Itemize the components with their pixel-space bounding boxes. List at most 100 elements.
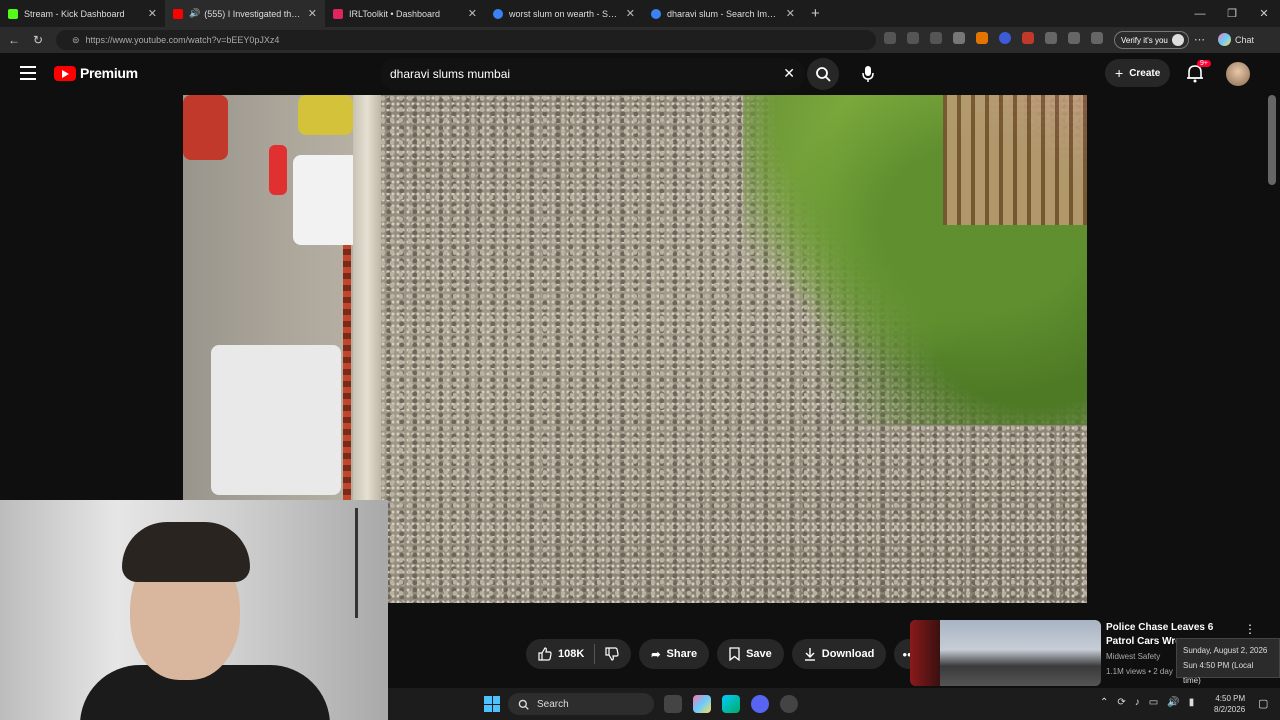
search-icon [651, 8, 661, 19]
search-button[interactable] [807, 58, 839, 90]
tab-search-worst-slum[interactable]: worst slum on wearth - Search ✕ [485, 0, 643, 27]
clock-tooltip: Sunday, August 2, 2026 Sun 4:50 PM (Loca… [1176, 638, 1280, 685]
like-button[interactable]: 108K [526, 644, 596, 664]
video-fence [943, 95, 1087, 225]
youtube-header: Premium dharavi slums mumbai ✕ + Create … [0, 53, 1280, 95]
windows-taskbar: Search ⌃ ⟳ ♪ ▭ 🔊 ▮ 4:50 PM 8/2/2026 ▢ [388, 688, 1280, 720]
tooltip-date: Sunday, August 2, 2026 [1183, 646, 1268, 655]
zoom-icon[interactable] [907, 32, 919, 44]
thumbs-up-icon [538, 647, 552, 661]
logo-text: Premium [80, 65, 138, 81]
notifications-button[interactable]: 9+ [1186, 60, 1211, 83]
close-icon[interactable]: ✕ [308, 7, 317, 20]
thumbnail-person [910, 620, 940, 686]
extension-icons [884, 32, 1103, 44]
share-icon: ➦ [651, 648, 661, 661]
youtube-icon [173, 8, 183, 19]
tab-kick-dashboard[interactable]: Stream - Kick Dashboard ✕ [0, 0, 165, 27]
battery-icon[interactable]: ▮ [1189, 697, 1195, 708]
copilot-app-icon[interactable] [693, 695, 711, 713]
notification-center-icon[interactable]: ▢ [1258, 697, 1268, 710]
site-info-icon[interactable]: ⊜ [72, 35, 80, 46]
browser-toolbar: ← ↻ ⊜ https://www.youtube.com/watch?v=bE… [0, 27, 1280, 53]
browser-menu-icon[interactable]: ⋯ [1194, 33, 1205, 46]
speaker-icon[interactable]: 🔊 [189, 8, 200, 19]
close-icon[interactable]: ✕ [626, 7, 635, 20]
restore-icon[interactable]: ❐ [1216, 7, 1248, 20]
microphone-icon [862, 66, 874, 82]
thumbs-down-icon [605, 647, 619, 661]
kick-icon [8, 8, 18, 19]
copilot-chat-button[interactable]: Chat [1218, 33, 1254, 46]
taskbar-search[interactable]: Search [508, 693, 654, 715]
clear-search-icon[interactable]: ✕ [783, 65, 795, 82]
download-button[interactable]: Download [791, 639, 887, 669]
chevron-up-icon[interactable]: ⌃ [1100, 697, 1108, 708]
clock-time: 4:50 PM [1215, 694, 1246, 703]
menu-icon[interactable] [20, 66, 36, 80]
bookmark-icon [729, 647, 740, 661]
channel-name[interactable]: Midwest Safety [1106, 652, 1160, 661]
tab-search-dharavi[interactable]: dharavi slum - Search Images ✕ [643, 0, 803, 27]
search-icon [816, 67, 831, 82]
new-tab-button[interactable]: + [811, 5, 820, 22]
verify-label: Verify it's you [1121, 35, 1168, 45]
create-button[interactable]: + Create [1105, 59, 1171, 87]
close-icon[interactable]: ✕ [148, 7, 157, 20]
video-car-red [183, 95, 228, 160]
taskbar-search-label: Search [537, 698, 569, 710]
video-thumbnail[interactable] [910, 620, 1101, 686]
download-arrow-icon [804, 648, 815, 661]
tab-title: Stream - Kick Dashboard [24, 8, 125, 19]
close-icon[interactable]: ✕ [468, 7, 477, 20]
extension-shield-icon[interactable] [953, 32, 965, 44]
youtube-premium-logo[interactable]: Premium [54, 65, 138, 81]
like-count: 108K [558, 648, 585, 660]
task-view-icon[interactable] [664, 695, 682, 713]
back-icon[interactable]: ← [2, 33, 26, 47]
minimize-icon[interactable]: — [1184, 8, 1216, 20]
tab-youtube-video[interactable]: 🔊 (555) I Investigated the World ✕ [165, 0, 325, 27]
more-vert-icon[interactable]: ⋮ [1244, 622, 1256, 636]
tab-irltoolkit[interactable]: IRLToolkit • Dashboard ✕ [325, 0, 485, 27]
dislike-button[interactable] [595, 647, 631, 661]
create-label: Create [1129, 67, 1161, 79]
plus-icon: + [1115, 65, 1124, 81]
url-text: https://www.youtube.com/watch?v=bEEY0pJX… [85, 35, 280, 45]
share-button[interactable]: ➦ Share [639, 639, 710, 669]
mic-tray-icon[interactable]: ♪ [1135, 697, 1140, 708]
taskbar-clock[interactable]: 4:50 PM 8/2/2026 [1214, 693, 1245, 715]
youtube-play-icon [54, 65, 76, 81]
sync-icon[interactable]: ⟳ [1117, 697, 1125, 708]
search-input[interactable]: dharavi slums mumbai ✕ [380, 58, 805, 90]
video-car [211, 345, 341, 495]
windows-start-icon[interactable] [484, 696, 500, 712]
address-bar[interactable]: ⊜ https://www.youtube.com/watch?v=bEEY0p… [56, 30, 876, 50]
close-window-icon[interactable]: ✕ [1248, 7, 1280, 20]
irltoolkit-icon [333, 8, 343, 19]
download-icon[interactable] [1022, 32, 1034, 44]
chat-label: Chat [1235, 34, 1255, 45]
favorites-icon[interactable] [1091, 32, 1103, 44]
display-icon[interactable]: ▭ [1149, 697, 1158, 708]
close-icon[interactable]: ✕ [786, 7, 795, 20]
search-icon [518, 699, 529, 710]
install-app-icon[interactable] [884, 32, 896, 44]
system-tray: ⌃ ⟳ ♪ ▭ 🔊 ▮ [1100, 697, 1194, 708]
page-scrollbar[interactable] [1268, 95, 1276, 185]
bookmark-star-icon[interactable] [930, 32, 942, 44]
reload-icon[interactable]: ↻ [26, 33, 50, 47]
verify-profile-button[interactable]: Verify it's you [1114, 31, 1189, 49]
volume-icon[interactable]: 🔊 [1167, 697, 1179, 708]
extension-puzzle-icon[interactable] [1045, 32, 1057, 44]
account-avatar[interactable] [1226, 62, 1250, 86]
extension-blue-icon[interactable] [999, 32, 1011, 44]
browser-tab-bar: Stream - Kick Dashboard ✕ 🔊 (555) I Inve… [0, 0, 1280, 27]
voice-search-button[interactable] [852, 58, 884, 90]
edge-icon[interactable] [722, 695, 740, 713]
split-screen-icon[interactable] [1068, 32, 1080, 44]
extension-orange-icon[interactable] [976, 32, 988, 44]
save-button[interactable]: Save [717, 639, 784, 669]
settings-icon[interactable] [780, 695, 798, 713]
discord-icon[interactable] [751, 695, 769, 713]
